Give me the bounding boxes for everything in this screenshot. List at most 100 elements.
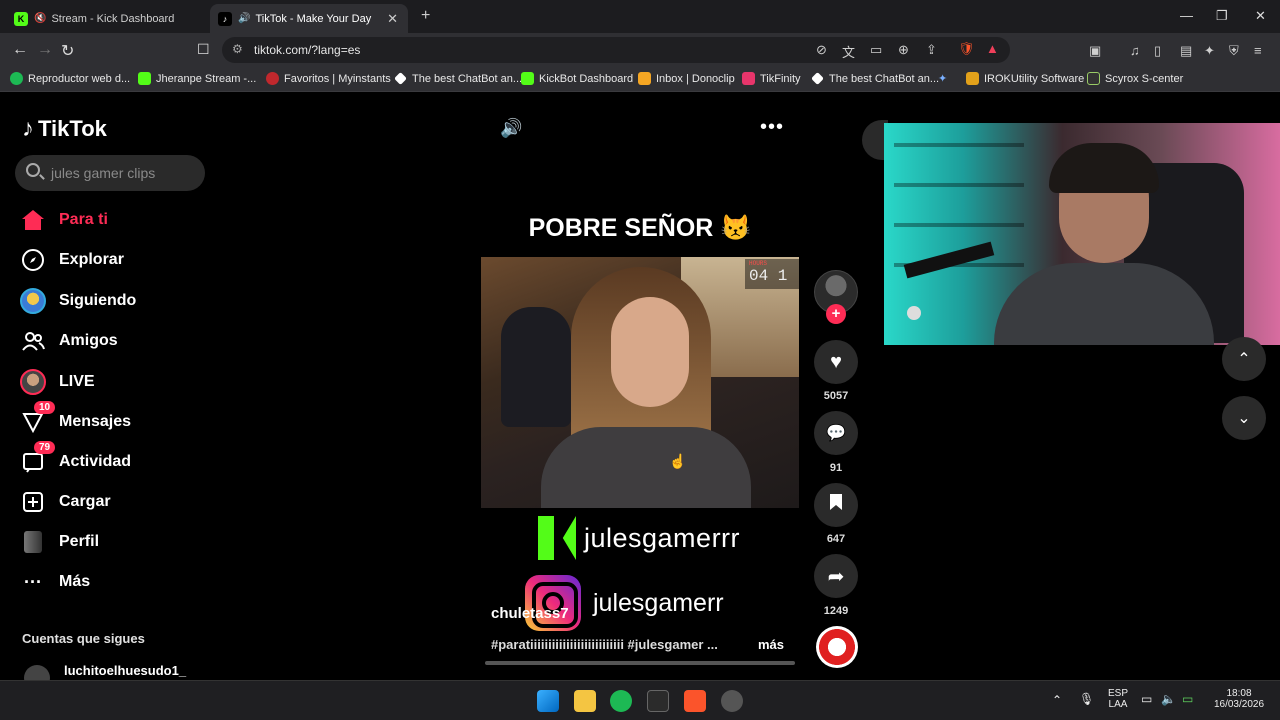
obs-taskbar-icon[interactable] bbox=[721, 690, 743, 712]
tab-kick-dashboard[interactable]: K 🔇 Stream - Kick Dashboard bbox=[6, 4, 206, 33]
bookmark-item[interactable]: ✦ bbox=[938, 72, 955, 85]
bookmark-icon[interactable]: ☐ bbox=[197, 41, 210, 58]
hours-overlay: HOURS 04 1 bbox=[745, 259, 799, 289]
music-disc-icon[interactable] bbox=[816, 626, 858, 668]
follow-button[interactable]: + bbox=[826, 304, 846, 324]
more-caption-button[interactable]: más bbox=[758, 637, 784, 652]
next-video-button[interactable]: ⌄ bbox=[1222, 396, 1266, 440]
save-button[interactable] bbox=[814, 483, 858, 527]
address-bar[interactable]: ⚙ tiktok.com/?lang=es ⊘ 文 ▭ ⊕ ⇪ 🛡 ▲ bbox=[222, 37, 1010, 63]
audio-app-icon[interactable] bbox=[647, 690, 669, 712]
close-tab-icon[interactable]: ✕ bbox=[387, 11, 398, 27]
nav-live[interactable]: LIVE bbox=[20, 368, 95, 396]
bookmark-item[interactable]: Reproductor web d... bbox=[10, 72, 130, 85]
kick-icon bbox=[138, 72, 151, 85]
like-button[interactable]: ♥ bbox=[814, 340, 858, 384]
battery-icon[interactable]: ▭ bbox=[1182, 692, 1193, 706]
search-input[interactable]: jules gamer clips bbox=[15, 155, 205, 191]
clock[interactable]: 18:08 16/03/2026 bbox=[1208, 688, 1270, 710]
video-progress-bar[interactable] bbox=[485, 661, 795, 665]
tiktok-logo[interactable]: ♪ TikTok bbox=[22, 115, 107, 143]
translate-icon[interactable]: 文 bbox=[842, 42, 855, 61]
mouse-cursor-icon: ☝ bbox=[669, 453, 687, 469]
bookmark-item[interactable]: The best ChatBot an... bbox=[811, 72, 939, 85]
bookmark-item[interactable]: Scyrox S-center bbox=[1087, 72, 1183, 85]
activity-icon: 79 bbox=[20, 441, 56, 475]
share-icon[interactable]: ⇪ bbox=[926, 42, 937, 58]
forward-button[interactable]: → bbox=[37, 41, 53, 59]
wallet-icon[interactable]: ▤ bbox=[1180, 43, 1192, 59]
leo-ai-icon[interactable]: ✦ bbox=[1204, 43, 1215, 59]
video-author[interactable]: chuletass7 bbox=[491, 605, 569, 622]
sidebar-icon[interactable]: ▯ bbox=[1154, 43, 1161, 59]
url-text: tiktok.com/?lang=es bbox=[254, 43, 361, 57]
share-button[interactable]: ➦ bbox=[814, 554, 858, 598]
audio-playing-icon: 🔊 bbox=[238, 13, 251, 24]
bookmark-item[interactable]: KickBot Dashboard bbox=[521, 72, 633, 85]
spotify-icon bbox=[10, 72, 23, 85]
live-avatar-icon bbox=[20, 369, 46, 395]
nav-amigos[interactable]: Amigos bbox=[20, 327, 118, 355]
myinstants-icon bbox=[266, 72, 279, 85]
brave-shields-icon[interactable]: 🛡 bbox=[958, 41, 975, 57]
nav-cargar[interactable]: Cargar bbox=[20, 488, 111, 516]
media-icon[interactable]: ♫ bbox=[1130, 43, 1140, 58]
no-tracking-icon[interactable]: ⊘ bbox=[816, 42, 827, 58]
screenshot-icon[interactable]: ▣ bbox=[1089, 43, 1101, 59]
tray-expand-icon[interactable]: ⌃ bbox=[1052, 693, 1062, 707]
bookmark-item[interactable]: Favoritos | Myinstants bbox=[266, 72, 391, 85]
bookmark-item[interactable]: Jheranpe Stream -... bbox=[138, 72, 256, 85]
chevron-up-icon: ⌃ bbox=[1237, 351, 1251, 368]
following-account-name[interactable]: luchitoelhuesudo1_ bbox=[64, 663, 186, 678]
reload-button[interactable]: ↻ bbox=[61, 41, 74, 61]
video-player[interactable]: HOURS 04 1 ☝ bbox=[481, 257, 799, 508]
minimize-button[interactable]: — bbox=[1180, 8, 1193, 23]
previous-video-button[interactable]: ⌃ bbox=[1222, 337, 1266, 381]
language-indicator[interactable]: ESP LAA bbox=[1102, 688, 1134, 710]
tab-title: Stream - Kick Dashboard bbox=[51, 12, 175, 25]
nav-explorar[interactable]: Explorar bbox=[20, 246, 124, 274]
bookmark-item[interactable]: TikFinity bbox=[742, 72, 801, 85]
bookmark-item[interactable]: The best ChatBot an... bbox=[394, 72, 522, 85]
kickbot-icon bbox=[521, 72, 534, 85]
back-button[interactable]: ← bbox=[12, 41, 28, 59]
tiktok-favicon-icon: ♪ bbox=[218, 11, 232, 26]
like-count: 5057 bbox=[823, 390, 849, 402]
brave-rewards-icon[interactable]: ▲ bbox=[986, 41, 999, 56]
zoom-icon[interactable]: ⊕ bbox=[898, 42, 909, 58]
vpn-icon[interactable]: ⛨ bbox=[1229, 43, 1239, 59]
kick-favicon-icon: K bbox=[14, 11, 28, 26]
bookmark-save-icon bbox=[829, 493, 843, 517]
more-options-icon[interactable]: ••• bbox=[760, 116, 784, 139]
comment-button[interactable]: 💬 bbox=[814, 411, 858, 455]
restore-button[interactable]: ❐ bbox=[1216, 8, 1228, 24]
following-accounts-title: Cuentas que sigues bbox=[22, 631, 145, 646]
profile-icon bbox=[20, 529, 46, 555]
save-count: 647 bbox=[826, 533, 846, 545]
volume-icon[interactable]: 🔊 bbox=[500, 118, 522, 139]
brave-taskbar-icon[interactable] bbox=[684, 690, 706, 712]
bookmark-item[interactable]: IROKUtility Software bbox=[966, 72, 1084, 85]
bookmark-item[interactable]: Inbox | Donoclip bbox=[638, 72, 735, 85]
friends-icon bbox=[20, 328, 46, 354]
microphone-icon[interactable]: 🎙 bbox=[1079, 692, 1094, 706]
close-window-button[interactable]: ✕ bbox=[1255, 8, 1266, 24]
nav-actividad[interactable]: 79 Actividad bbox=[20, 441, 131, 476]
speaker-tray-icon[interactable]: 🔈 bbox=[1161, 692, 1176, 706]
kick-logo-icon bbox=[538, 516, 576, 560]
nav-mensajes[interactable]: 10 Mensajes bbox=[20, 401, 131, 436]
start-button-icon[interactable] bbox=[537, 690, 559, 712]
file-explorer-icon[interactable] bbox=[574, 690, 596, 712]
new-tab-button[interactable]: + bbox=[421, 7, 430, 25]
nav-siguiendo[interactable]: Siguiendo bbox=[20, 287, 136, 315]
cast-icon[interactable]: ▭ bbox=[870, 42, 882, 58]
nav-para-ti[interactable]: Para ti bbox=[20, 206, 108, 234]
video-caption[interactable]: #paratiiiiiiiiiiiiiiiiiiiiiiiiii #julesg… bbox=[491, 637, 718, 652]
nav-mas[interactable]: ··· Más bbox=[20, 568, 90, 596]
spotify-taskbar-icon[interactable] bbox=[610, 690, 632, 712]
tab-tiktok[interactable]: ♪ 🔊 TikTok - Make Your Day ✕ bbox=[210, 4, 408, 33]
site-settings-icon[interactable]: ⚙ bbox=[232, 42, 243, 56]
display-icon[interactable]: ▭ bbox=[1141, 692, 1152, 706]
menu-icon[interactable]: ≡ bbox=[1254, 43, 1262, 58]
nav-perfil[interactable]: Perfil bbox=[20, 528, 99, 556]
